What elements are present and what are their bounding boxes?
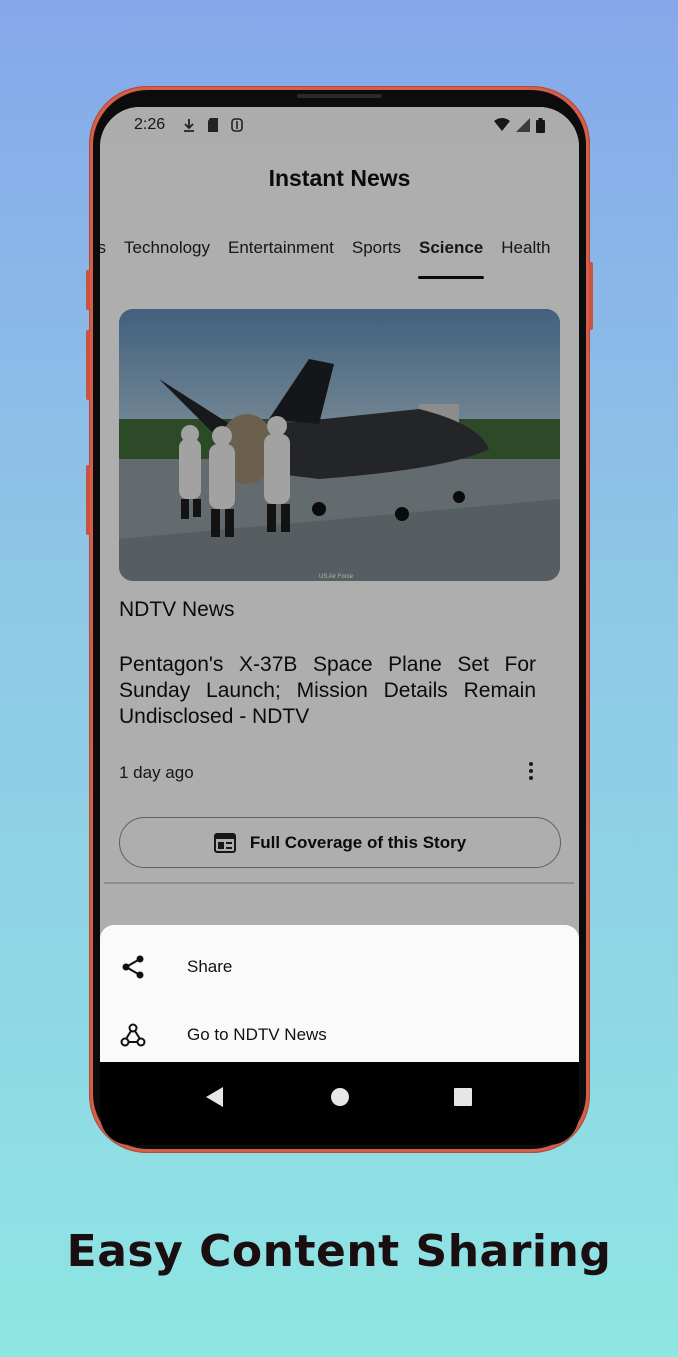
share-option[interactable]: Share (100, 937, 579, 997)
phone-power-button (589, 262, 593, 330)
share-bottom-sheet: Share Go to NDTV News (100, 925, 579, 1065)
webhook-icon (120, 1023, 146, 1047)
home-button[interactable] (320, 1082, 360, 1112)
back-icon (206, 1087, 223, 1107)
go-to-source-option[interactable]: Go to NDTV News (100, 1005, 579, 1065)
recents-button[interactable] (443, 1082, 483, 1112)
phone-side-button (86, 465, 90, 535)
phone-side-button (86, 330, 90, 400)
recents-icon (454, 1088, 472, 1106)
home-icon (331, 1088, 349, 1106)
back-button[interactable] (195, 1082, 235, 1112)
share-icon (122, 955, 144, 979)
go-to-source-label: Go to NDTV News (187, 1025, 327, 1044)
speaker-grille (297, 94, 382, 98)
share-label: Share (187, 957, 233, 976)
phone-side-button (86, 270, 90, 310)
phone-screen: 2:26 Instant News ss Technology Entertai… (100, 107, 579, 1145)
promo-caption: Easy Content Sharing (66, 1226, 612, 1277)
system-nav-bar (100, 1062, 579, 1145)
